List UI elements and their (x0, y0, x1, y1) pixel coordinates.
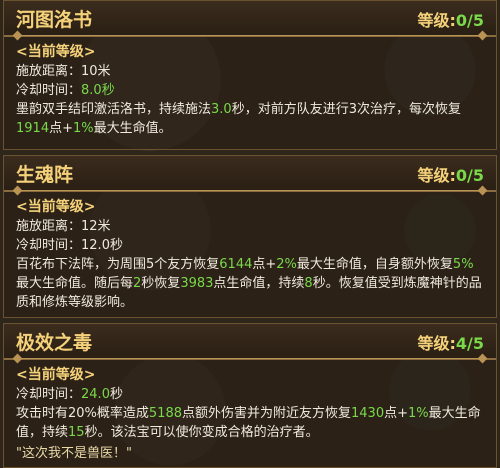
skill-header: 极效之毒 等级:4/5 (4, 324, 496, 364)
header-divider (12, 353, 488, 364)
skill-header: 生魂阵 等级:0/5 (4, 156, 496, 196)
current-level-subheader: <当前等级> (16, 367, 96, 383)
skill-description: 攻击时有20%概率造成5188点额外伤害并为附近友方恢复1430点+1%最大生命… (16, 406, 481, 440)
skill-header: 河图洛书 等级:0/5 (4, 1, 496, 41)
skill-title: 生魂阵 (16, 164, 74, 186)
skill-level: 等级:0/5 (417, 166, 484, 185)
cast-range: 施放距离：12米 (16, 219, 111, 234)
skill-panel-hetu-luoshu: 河图洛书 等级:0/5 <当前等级> 施放距离：10米 冷却时间：8.0秒 墨韵… (3, 0, 497, 150)
cooldown: 冷却时间：12.0秒 (16, 238, 123, 253)
skill-level: 等级:4/5 (417, 334, 484, 353)
skill-level-value: 4/5 (455, 334, 484, 353)
skill-title: 河图洛书 (16, 9, 93, 31)
header-divider (12, 30, 488, 41)
skill-level: 等级:0/5 (417, 11, 484, 30)
skill-title: 极效之毒 (16, 332, 93, 354)
skill-panel-shenghun-zhen: 生魂阵 等级:0/5 <当前等级> 施放距离：12米 冷却时间：12.0秒 百花… (3, 155, 497, 318)
header-divider (12, 185, 488, 196)
skill-panel-jixiao-zhidu: 极效之毒 等级:4/5 <当前等级> 冷却时间：24.0秒 攻击时有20%概率造… (3, 323, 497, 468)
current-level-subheader: <当前等级> (16, 44, 96, 60)
skill-body: <当前等级> 冷却时间：24.0秒 攻击时有20%概率造成5188点额外伤害并为… (4, 360, 496, 463)
cooldown: 冷却时间：24.0秒 (16, 387, 123, 402)
cast-range: 施放距离：10米 (16, 64, 111, 79)
flavor-quote: "这次我不是兽医！" (16, 446, 132, 461)
current-level-subheader: <当前等级> (16, 199, 96, 215)
cooldown: 冷却时间：8.0秒 (16, 83, 115, 98)
skill-level-value: 0/5 (455, 11, 484, 30)
skill-body: <当前等级> 施放距离：10米 冷却时间：8.0秒 墨韵双手结印激活洛书，持续施… (4, 37, 496, 138)
skill-body: <当前等级> 施放距离：12米 冷却时间：12.0秒 百花布下法阵，为周围5个友… (4, 192, 496, 312)
skill-level-value: 0/5 (455, 166, 484, 185)
skill-description: 百花布下法阵，为周围5个友方恢复6144点+2%最大生命值，自身额外恢复5%最大… (16, 257, 482, 310)
skill-description: 墨韵双手结印激活洛书，持续施法3.0秒，对前方队友进行3次治疗，每次恢复1914… (16, 102, 461, 136)
